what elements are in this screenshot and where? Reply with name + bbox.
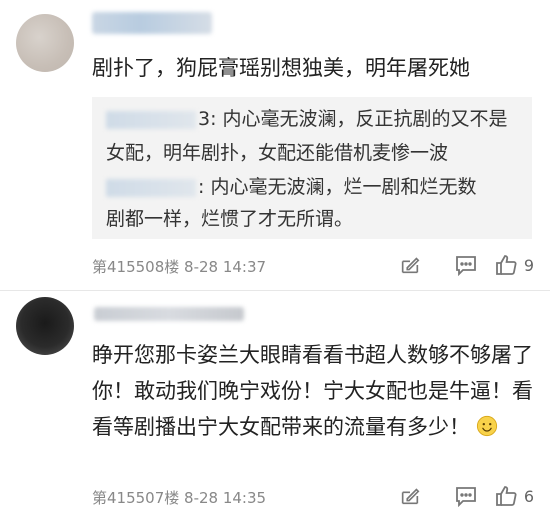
reply-username-redacted [106,178,196,197]
comment-meta: 第415508楼 8-28 14:37 [92,258,267,276]
quote-line: : 内心毫无波澜，烂一剧和烂无数 [106,173,476,201]
smiley-emoji-icon [476,415,498,437]
reply-button[interactable] [438,252,494,278]
comment-item: 剧扑了，狗屁膏瑶别想独美，明年屠死她 3: 内心毫无波澜，反正抗剧的又不是 女配… [0,0,550,290]
reply-button[interactable] [438,483,494,509]
edit-button[interactable] [382,483,438,509]
username-redacted[interactable] [92,12,212,34]
edit-button[interactable] [382,252,438,278]
avatar[interactable] [16,14,74,72]
quote-line: 3: 内心毫无波澜，反正抗剧的又不是 [106,105,508,133]
quoted-replies[interactable]: 3: 内心毫无波澜，反正抗剧的又不是 女配，明年剧扑，女配还能借机麦惨一波 : … [92,97,532,239]
comment-text: 睁开您那卡姿兰大眼睛看看书超人数够不够屠了你！敢动我们晚宁戏份！宁大女配也是牛逼… [92,343,533,439]
comment-icon [455,256,476,276]
like-count: 6 [523,486,534,506]
comment-item: 睁开您那卡姿兰大眼睛看看书超人数够不够屠了你！敢动我们晚宁戏份！宁大女配也是牛逼… [0,290,550,507]
avatar[interactable] [16,297,74,355]
comment-actions: 6 [382,483,534,509]
like-button[interactable]: 9 [494,252,534,278]
edit-icon [401,488,420,505]
comment-icon [455,487,476,507]
edit-icon [401,257,420,274]
comment-actions: 9 [382,252,534,278]
quote-line: 女配，明年剧扑，女配还能借机麦惨一波 [106,142,449,164]
quote-line: 剧都一样，烂惯了才无所谓。 [106,208,354,230]
comment-text: 剧扑了，狗屁膏瑶别想独美，明年屠死她 [92,56,470,80]
username-redacted[interactable] [94,307,244,321]
like-button[interactable]: 6 [494,483,534,509]
comment-meta: 第415507楼 8-28 14:35 [92,489,267,507]
like-count: 9 [523,255,534,275]
thumbs-up-icon [495,255,517,275]
reply-username-redacted [106,110,196,129]
thumbs-up-icon [495,486,517,506]
